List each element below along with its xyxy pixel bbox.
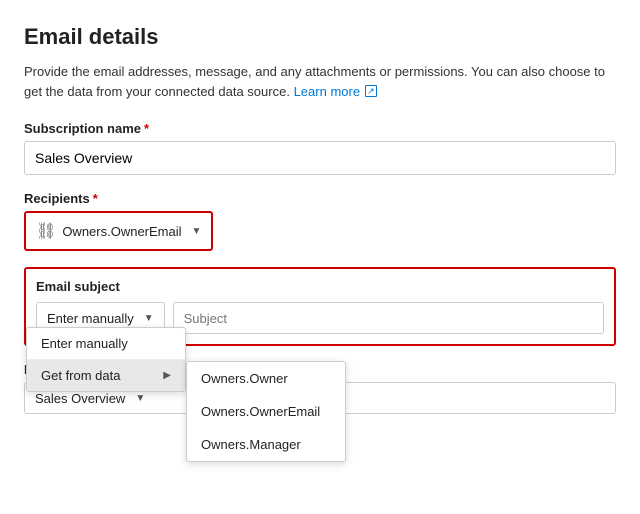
subscription-name-field: Subscription name * xyxy=(24,121,616,175)
get-from-data-submenu: Owners.Owner Owners.OwnerEmail Owners.Ma… xyxy=(186,361,346,462)
learn-more-link[interactable]: Learn more xyxy=(294,82,377,102)
enter-manually-label: Enter manually xyxy=(41,336,128,351)
recipients-chevron-icon: ▼ xyxy=(192,226,202,237)
recipients-value: Owners.OwnerEmail xyxy=(62,224,181,239)
subscription-name-label: Subscription name * xyxy=(24,121,616,136)
submenu-item-owners-manager[interactable]: Owners.Manager xyxy=(187,428,345,461)
submenu-item-owners-owner[interactable]: Owners.Owner xyxy=(187,362,345,395)
owners-manager-label: Owners.Manager xyxy=(201,437,301,452)
dropdown-item-get-from-data[interactable]: Get from data ▶ xyxy=(27,360,185,391)
recipients-required-marker: * xyxy=(93,191,98,206)
email-subject-label: Email subject xyxy=(36,279,604,294)
get-from-data-label: Get from data xyxy=(41,368,120,383)
email-subject-dropdown-menu: Enter manually Get from data ▶ xyxy=(26,327,186,392)
required-marker: * xyxy=(144,121,149,136)
recipients-label: Recipients * xyxy=(24,191,616,206)
submenu-arrow-icon: ▶ xyxy=(163,370,171,381)
recipients-field: Recipients * ⛓ Owners.OwnerEmail ▼ xyxy=(24,191,616,251)
email-subject-chevron-icon: ▼ xyxy=(144,313,154,324)
owners-owner-label: Owners.Owner xyxy=(201,371,288,386)
page-description: Provide the email addresses, message, an… xyxy=(24,62,616,101)
email-subject-input[interactable] xyxy=(173,302,604,334)
email-subject-section: Email subject Enter manually ▼ Enter man… xyxy=(24,267,616,346)
recipients-dropdown[interactable]: ⛓ Owners.OwnerEmail ▼ xyxy=(24,211,213,251)
external-link-icon xyxy=(365,85,377,97)
dropdown-item-enter-manually[interactable]: Enter manually xyxy=(27,328,185,359)
subscription-name-input[interactable] xyxy=(24,141,616,175)
submenu-item-owners-owner-email[interactable]: Owners.OwnerEmail xyxy=(187,395,345,428)
page-title: Email details xyxy=(24,24,616,50)
report-page-chevron-icon: ▼ xyxy=(135,393,145,404)
email-subject-dropdown-label: Enter manually xyxy=(47,311,134,326)
owners-owner-email-label: Owners.OwnerEmail xyxy=(201,404,320,419)
chain-icon: ⛓ xyxy=(36,221,56,241)
report-page-value: Sales Overview xyxy=(35,391,125,406)
